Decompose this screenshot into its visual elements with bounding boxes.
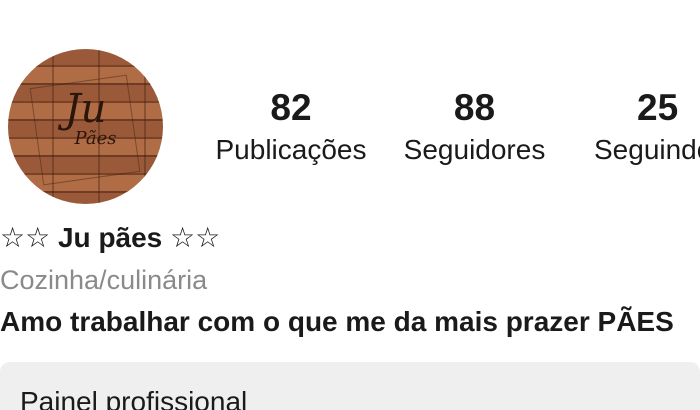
followers-stat[interactable]: 88 Seguidores	[392, 86, 557, 170]
profile-category[interactable]: Cozinha/culinária	[0, 262, 207, 298]
avatar-logo-sub: Pães	[74, 128, 117, 149]
posts-label: Publicações	[215, 134, 367, 165]
profile-avatar[interactable]: Ju Pães	[8, 49, 163, 204]
profile-name: ☆☆ Ju pães ☆☆	[0, 222, 221, 253]
following-label: Seguindo	[594, 134, 700, 165]
posts-stat[interactable]: 82 Publicações	[206, 86, 376, 170]
following-count: 25	[637, 87, 679, 128]
avatar-logo-main: Ju	[64, 86, 107, 132]
posts-count: 82	[270, 87, 312, 128]
profile-bio: Amo trabalhar com o que me da mais praze…	[0, 306, 674, 337]
avatar-logo-text: Ju Pães	[8, 89, 163, 149]
professional-dashboard-button[interactable]: Painel profissional	[0, 362, 700, 410]
professional-dashboard-label: Painel profissional	[20, 386, 248, 410]
followers-count: 88	[453, 87, 496, 128]
followers-label: Seguidores	[403, 134, 546, 165]
following-stat[interactable]: 25 Seguindo	[594, 86, 700, 170]
